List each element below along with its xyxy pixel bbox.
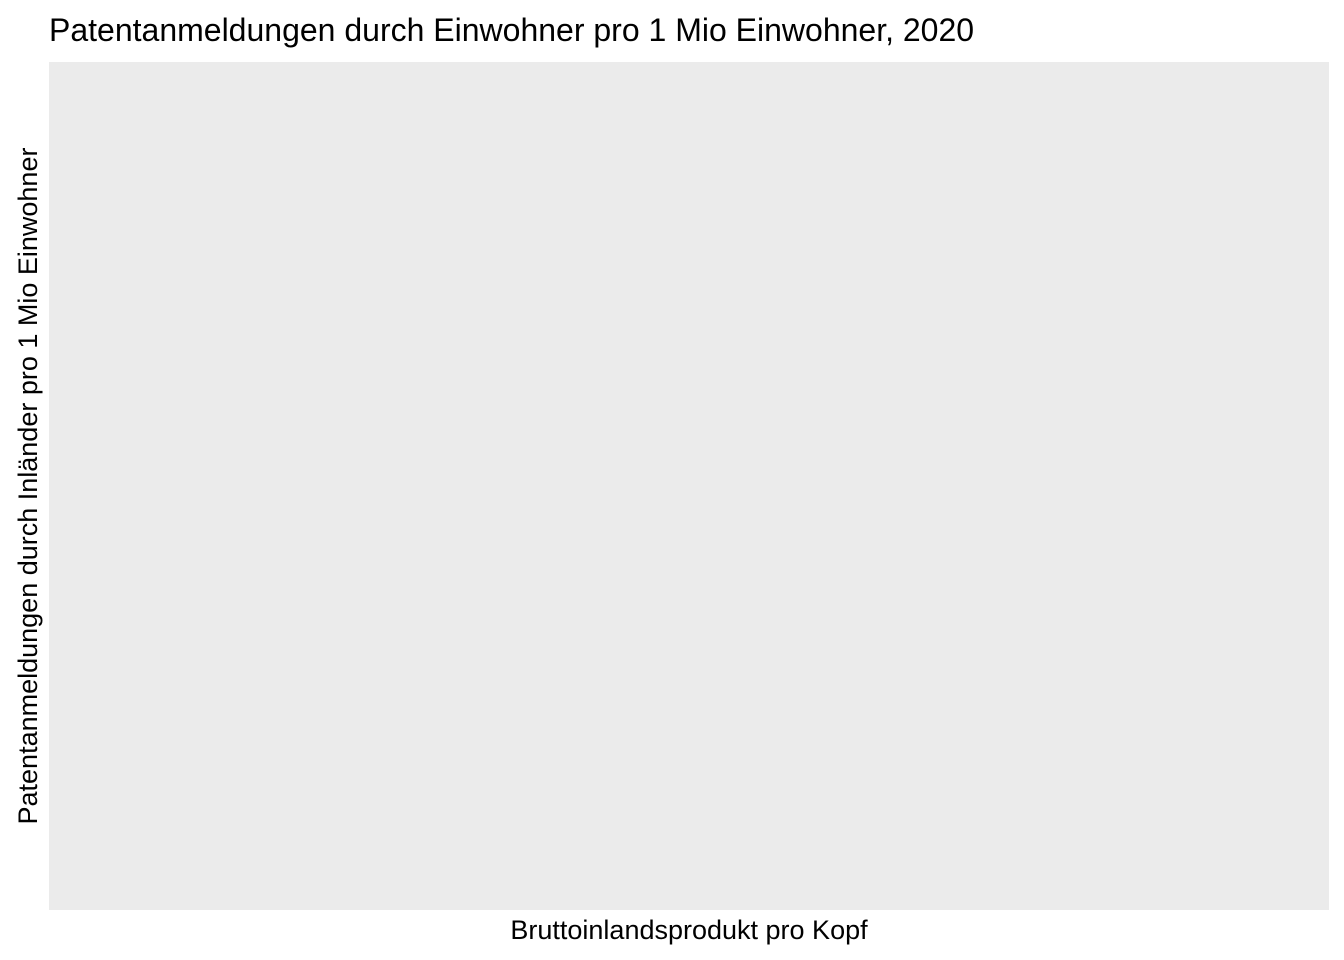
- y-axis-label: Patentanmeldungen durch Inländer pro 1 M…: [10, 62, 46, 910]
- plot-panel: [49, 62, 1329, 910]
- plot-background: [49, 62, 1329, 910]
- x-axis-label: Bruttoinlandsprodukt pro Kopf: [49, 912, 1329, 948]
- chart-title: Patentanmeldungen durch Einwohner pro 1 …: [49, 10, 974, 50]
